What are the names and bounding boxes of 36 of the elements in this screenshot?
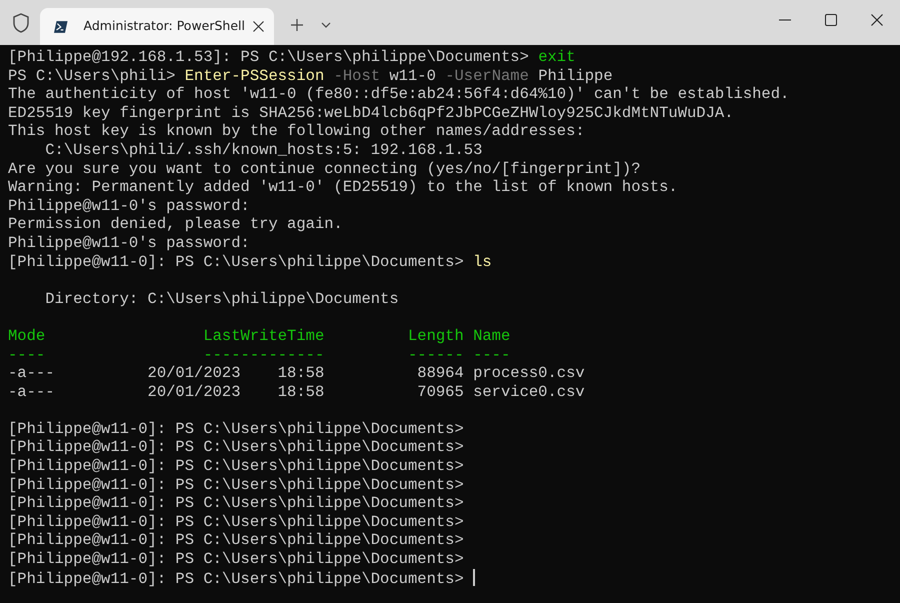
terminal-line: The authenticity of host 'w11-0 (fe80::df5e:ab24:56f4:d64%10)' can't be established.	[8, 85, 790, 104]
terminal-line: ---- ------------- ------ ----	[8, 346, 512, 364]
terminal-line: Philippe@w11-0's password:	[8, 196, 251, 216]
terminal-line: This host key is known by the following other names/addresses:	[8, 122, 586, 141]
terminal-line: Philippe@w11-0's password:	[8, 234, 251, 253]
plus-icon	[290, 18, 304, 32]
terminal-line: [Philippe@w11-0]: PS C:\Users\philippe\Documents>	[8, 531, 465, 550]
terminal-line: PS C:\Users\phili> Enter-PSSession -Host w11-0 -UserName Philippe	[8, 66, 614, 86]
chevron-down-icon	[320, 21, 332, 29]
terminal-line: Directory: C:\Users\philippe\Documents	[44, 290, 400, 308]
close-icon	[871, 14, 883, 26]
close-tab-icon[interactable]	[253, 21, 264, 32]
terminal-line: [Philippe@w11-0]: PS C:\Users\philippe\Documents> ls	[8, 252, 493, 272]
terminal-line: C:\Users\phili/.ssh/known_hosts:5: 192.168.1.53	[44, 140, 484, 160]
terminal-line: Permission denied, please try again.	[8, 215, 344, 234]
maximize-icon	[825, 14, 837, 26]
terminal-line: [Philippe@w11-0]: PS C:\Users\philippe\Documents>	[8, 476, 465, 494]
tab-title: Administrator: PowerShell	[84, 17, 245, 36]
terminal-line: [Philippe@192.168.1.53]: PS C:\Users\philippe\Documents> exit	[8, 48, 576, 67]
shield-icon	[12, 12, 30, 32]
terminal-line: [Philippe@w11-0]: PS C:\Users\philippe\Documents>	[8, 457, 465, 476]
minimize-icon	[779, 19, 791, 21]
terminal-tab[interactable]: Administrator: PowerShell	[40, 8, 274, 45]
terminal-line: Mode LastWriteTime Length Name	[8, 326, 512, 346]
terminal-line: [Philippe@w11-0]: PS C:\Users\philippe\Documents>	[8, 512, 465, 532]
terminal-line: -a--- 20/01/2023 18:58 88964 process0.csv	[8, 364, 586, 383]
terminal-line: Warning: Permanently added 'w11-0' (ED25519) to the list of known hosts.	[8, 178, 679, 197]
powershell-icon	[54, 20, 68, 34]
terminal-line: Are you sure you want to continue connecting (yes/no/[fingerprint])?	[8, 160, 642, 178]
terminal-line: [Philippe@w11-0]: PS C:\Users\philippe\Documents>	[8, 420, 465, 438]
terminal-line: [Philippe@w11-0]: PS C:\Users\philippe\Documents>	[8, 550, 465, 569]
terminal-line: ED25519 key fingerprint is SHA256:weLbD4lcb6qPf2JbPCGeZHWloy925CJkdMtNTuWuDJA.	[8, 104, 735, 122]
terminal-line: [Philippe@w11-0]: PS C:\Users\philippe\Documents>	[8, 568, 892, 588]
terminal-line: -a--- 20/01/2023 18:58 70965 service0.csv	[8, 382, 586, 402]
terminal-line: [Philippe@w11-0]: PS C:\Users\philippe\Documents>	[8, 438, 465, 458]
terminal-line: [Philippe@w11-0]: PS C:\Users\philippe\Documents>	[8, 494, 465, 513]
